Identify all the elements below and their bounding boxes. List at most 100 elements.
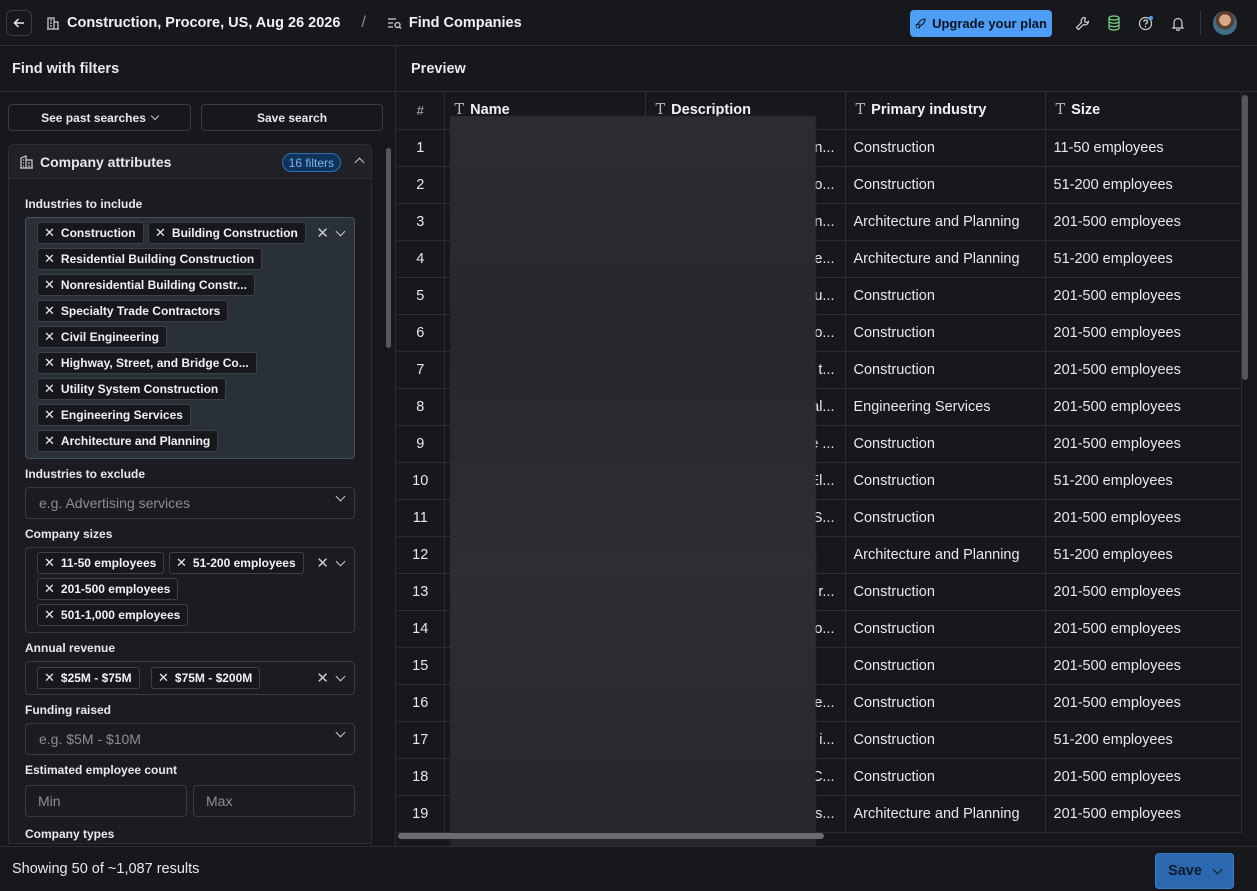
size-cell[interactable]: 201-500 employees [1045, 647, 1242, 685]
chevron-down-icon[interactable] [335, 671, 346, 681]
clear-icon[interactable]: ✕ [316, 669, 329, 687]
size-cell[interactable]: 201-500 employees [1045, 314, 1242, 352]
chevron-down-icon[interactable] [335, 226, 346, 236]
primary-industry-cell[interactable]: Construction [845, 499, 1046, 537]
remove-chip-icon[interactable]: ✕ [44, 277, 55, 293]
company-attributes-header[interactable]: Company attributes 16 filters [9, 145, 371, 179]
size-cell[interactable]: 201-500 employees [1045, 277, 1242, 315]
notifications-button[interactable] [1162, 0, 1194, 46]
annual-revenue-select[interactable]: ✕ $25M - $75M ✕ $75M - $200M ✕ [25, 661, 355, 695]
chip-utility-system[interactable]: ✕ Utility System Construction [37, 378, 227, 400]
primary-industry-cell[interactable]: Engineering Services [845, 388, 1046, 426]
size-cell[interactable]: 201-500 employees [1045, 203, 1242, 241]
size-cell[interactable]: 51-200 employees [1045, 462, 1242, 500]
credits-button[interactable] [1098, 0, 1130, 46]
upgrade-plan-button[interactable]: Upgrade your plan [910, 9, 1052, 37]
chevron-down-icon[interactable] [335, 556, 346, 566]
primary-industry-cell[interactable]: Architecture and Planning [845, 536, 1046, 574]
chip-11-50[interactable]: ✕ 11-50 employees [37, 552, 165, 574]
remove-chip-icon[interactable]: ✕ [155, 225, 166, 241]
primary-industry-cell[interactable]: Architecture and Planning [845, 240, 1046, 278]
primary-industry-cell[interactable]: Construction [845, 129, 1046, 167]
industries-include-select[interactable]: ✕ Construction ✕ Building Construction ✕ Re… [25, 217, 355, 459]
employee-count-min-input[interactable]: Min [25, 785, 187, 817]
remove-chip-icon[interactable]: ✕ [44, 251, 55, 267]
table-horizontal-scrollbar[interactable] [398, 833, 824, 839]
funding-raised-select[interactable]: e.g. $5M - $10M [25, 723, 355, 755]
primary-industry-cell[interactable]: Construction [845, 314, 1046, 352]
size-cell[interactable]: 201-500 employees [1045, 610, 1242, 648]
remove-chip-icon[interactable]: ✕ [44, 355, 55, 371]
chip-51-200[interactable]: ✕ 51-200 employees [169, 552, 304, 574]
past-searches-button[interactable]: See past searches [8, 104, 191, 131]
user-avatar[interactable] [1213, 11, 1237, 35]
chip-501-1000[interactable]: ✕ 501-1,000 employees [37, 604, 189, 626]
remove-chip-icon[interactable]: ✕ [44, 381, 55, 397]
size-cell[interactable]: 51-200 employees [1045, 166, 1242, 204]
size-cell[interactable]: 201-500 employees [1045, 758, 1242, 796]
primary-industry-cell[interactable]: Construction [845, 721, 1046, 759]
size-cell[interactable]: 51-200 employees [1045, 721, 1242, 759]
remove-chip-icon[interactable]: ✕ [44, 555, 55, 571]
primary-industry-cell[interactable]: Architecture and Planning [845, 203, 1046, 241]
column-header-primary-industry[interactable]: T Primary industry [845, 92, 1046, 130]
chip-highway-street-bridge[interactable]: ✕ Highway, Street, and Bridge Co... [37, 352, 257, 374]
chip-201-500[interactable]: ✕ 201-500 employees [37, 578, 179, 600]
primary-industry-cell[interactable]: Construction [845, 684, 1046, 722]
help-button[interactable] [1130, 0, 1162, 46]
chip-75m-200m[interactable]: ✕ $75M - $200M [151, 667, 261, 689]
size-cell[interactable]: 201-500 employees [1045, 573, 1242, 611]
chip-nonresidential-building[interactable]: ✕ Nonresidential Building Constr... [37, 274, 255, 296]
clear-icon[interactable]: ✕ [316, 224, 329, 242]
filters-scrollbar[interactable] [386, 148, 391, 348]
breadcrumb-project[interactable]: Construction, Procore, US, Aug 26 2026 [67, 15, 340, 31]
save-button[interactable]: Save [1155, 853, 1234, 889]
remove-chip-icon[interactable]: ✕ [44, 607, 55, 623]
primary-industry-cell[interactable]: Construction [845, 351, 1046, 389]
remove-chip-icon[interactable]: ✕ [44, 581, 55, 597]
chip-building-construction[interactable]: ✕ Building Construction [148, 222, 306, 244]
primary-industry-cell[interactable]: Construction [845, 573, 1046, 611]
size-cell[interactable]: 201-500 employees [1045, 684, 1242, 722]
primary-industry-cell[interactable]: Construction [845, 758, 1046, 796]
table-vertical-scrollbar[interactable] [1242, 95, 1248, 380]
size-cell[interactable]: 51-200 employees [1045, 240, 1242, 278]
chip-engineering-services[interactable]: ✕ Engineering Services [37, 404, 191, 426]
remove-chip-icon[interactable]: ✕ [176, 555, 187, 571]
clear-icon[interactable]: ✕ [316, 554, 329, 572]
back-button[interactable] [6, 9, 32, 36]
chip-residential-building[interactable]: ✕ Residential Building Construction [37, 248, 263, 270]
column-header-size[interactable]: T Size [1045, 92, 1242, 130]
primary-industry-cell[interactable]: Construction [845, 462, 1046, 500]
size-cell[interactable]: 201-500 employees [1045, 425, 1242, 463]
chip-civil-engineering[interactable]: ✕ Civil Engineering [37, 326, 167, 348]
remove-chip-icon[interactable]: ✕ [44, 433, 55, 449]
employee-count-max-input[interactable]: Max [193, 785, 355, 817]
size-cell[interactable]: 201-500 employees [1045, 351, 1242, 389]
remove-chip-icon[interactable]: ✕ [44, 329, 55, 345]
primary-industry-cell[interactable]: Construction [845, 425, 1046, 463]
collapse-button[interactable] [354, 154, 365, 169]
chip-specialty-trade[interactable]: ✕ Specialty Trade Contractors [37, 300, 229, 322]
remove-chip-icon[interactable]: ✕ [44, 303, 55, 319]
primary-industry-cell[interactable]: Construction [845, 610, 1046, 648]
chip-architecture-planning[interactable]: ✕ Architecture and Planning [37, 430, 219, 452]
save-search-button[interactable]: Save search [201, 104, 383, 131]
chip-25m-75m[interactable]: ✕ $25M - $75M [37, 667, 140, 689]
remove-chip-icon[interactable]: ✕ [44, 407, 55, 423]
chip-construction[interactable]: ✕ Construction [37, 222, 144, 244]
company-sizes-select[interactable]: ✕ 11-50 employees ✕ 51-200 employees ✕ 201-… [25, 547, 355, 633]
size-cell[interactable]: 201-500 employees [1045, 795, 1242, 833]
size-cell[interactable]: 201-500 employees [1045, 499, 1242, 537]
primary-industry-cell[interactable]: Construction [845, 647, 1046, 685]
primary-industry-cell[interactable]: Construction [845, 277, 1046, 315]
size-cell[interactable]: 201-500 employees [1045, 388, 1242, 426]
remove-chip-icon[interactable]: ✕ [44, 670, 55, 686]
size-cell[interactable]: 51-200 employees [1045, 536, 1242, 574]
primary-industry-cell[interactable]: Construction [845, 166, 1046, 204]
primary-industry-cell[interactable]: Architecture and Planning [845, 795, 1046, 833]
tools-button[interactable] [1066, 0, 1098, 46]
remove-chip-icon[interactable]: ✕ [158, 670, 169, 686]
remove-chip-icon[interactable]: ✕ [44, 225, 55, 241]
size-cell[interactable]: 11-50 employees [1045, 129, 1242, 167]
